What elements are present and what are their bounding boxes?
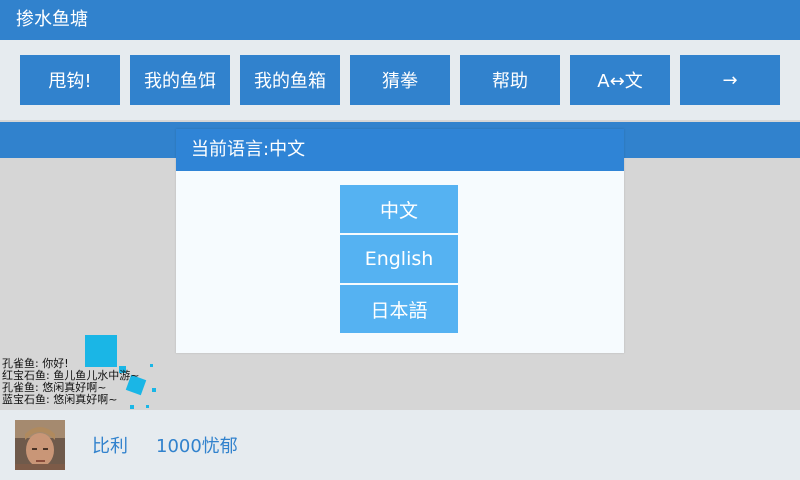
app-title: 掺水鱼塘	[0, 0, 800, 40]
help-button[interactable]: 帮助	[460, 55, 560, 105]
my-fish-box-button[interactable]: 我的鱼箱	[240, 55, 340, 105]
chat-log: 孔雀鱼: 你好! 红宝石鱼: 鱼儿鱼儿水中游~ 孔雀鱼: 悠闲真好啊~ 蓝宝石鱼…	[2, 358, 139, 406]
bubble-icon	[152, 388, 156, 392]
language-switch-button[interactable]: A↔文	[570, 55, 670, 105]
cast-hook-button[interactable]: 甩钩!	[20, 55, 120, 105]
avatar[interactable]	[15, 420, 65, 470]
my-bait-button[interactable]: 我的鱼饵	[130, 55, 230, 105]
language-option-japanese[interactable]: 日本語	[340, 285, 458, 333]
rock-paper-scissors-button[interactable]: 猜拳	[350, 55, 450, 105]
dialog-title: 当前语言:中文	[176, 129, 624, 171]
status-bar: 比利 1000忧郁	[0, 410, 800, 480]
bubble-icon	[146, 405, 149, 408]
username: 比利	[92, 436, 128, 457]
language-option-chinese[interactable]: 中文	[340, 185, 458, 233]
toolbar: 甩钩! 我的鱼饵 我的鱼箱 猜拳 帮助 A↔文 →	[0, 40, 800, 120]
next-arrow-button[interactable]: →	[680, 55, 780, 105]
language-dialog: 当前语言:中文 中文 English 日本語	[176, 129, 624, 353]
avatar-portrait-icon	[15, 420, 65, 470]
money-balance: 1000忧郁	[156, 436, 238, 457]
bubble-icon	[150, 364, 153, 367]
language-option-english[interactable]: English	[340, 235, 458, 283]
chat-message: 蓝宝石鱼: 悠闲真好啊~	[2, 393, 118, 406]
